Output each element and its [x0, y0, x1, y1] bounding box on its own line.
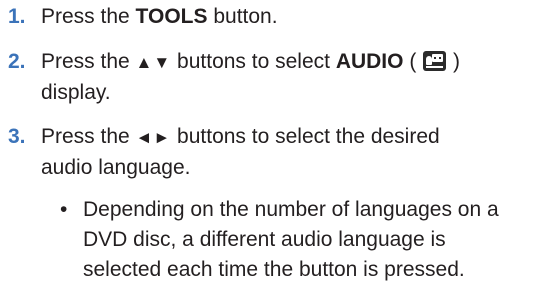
step-text-pre: Press the	[41, 50, 136, 73]
step-text: Press the ▲▼ buttons to select AUDIO ( )…	[41, 47, 551, 108]
step-text-pre: Press the	[41, 125, 136, 148]
bullet-dot: •	[60, 198, 68, 221]
bullet-line-1: Depending on the number of languages on …	[83, 198, 499, 221]
close-paren: )	[447, 50, 460, 73]
audio-label: AUDIO	[335, 50, 404, 73]
step-number: 2.	[8, 50, 26, 73]
bullet-text: Depending on the number of languages on …	[83, 195, 499, 285]
step-text: Press the TOOLS button.	[41, 2, 551, 32]
step-text-pre: Press the	[41, 5, 136, 28]
step-text-mid: buttons to select	[171, 50, 336, 73]
step-text-line2: display.	[41, 81, 111, 104]
open-paren: (	[403, 50, 423, 73]
step-number: 1.	[8, 5, 26, 28]
left-right-arrows-icon: ◄►	[135, 128, 172, 147]
step-number: 3.	[8, 125, 26, 148]
tools-button-label: TOOLS	[135, 5, 208, 28]
up-down-arrows-icon: ▲▼	[135, 53, 172, 72]
step-text-mid: buttons to select the desired	[171, 125, 440, 148]
step-text: Press the ◄► buttons to select the desir…	[41, 122, 551, 183]
step-text-line2: audio language.	[41, 156, 191, 179]
step-text-post: button.	[207, 5, 278, 28]
bullet-line-2: DVD disc, a different audio language is	[83, 228, 446, 251]
bullet-line-3: selected each time the button is pressed…	[83, 258, 465, 281]
audio-display-icon	[423, 51, 447, 71]
